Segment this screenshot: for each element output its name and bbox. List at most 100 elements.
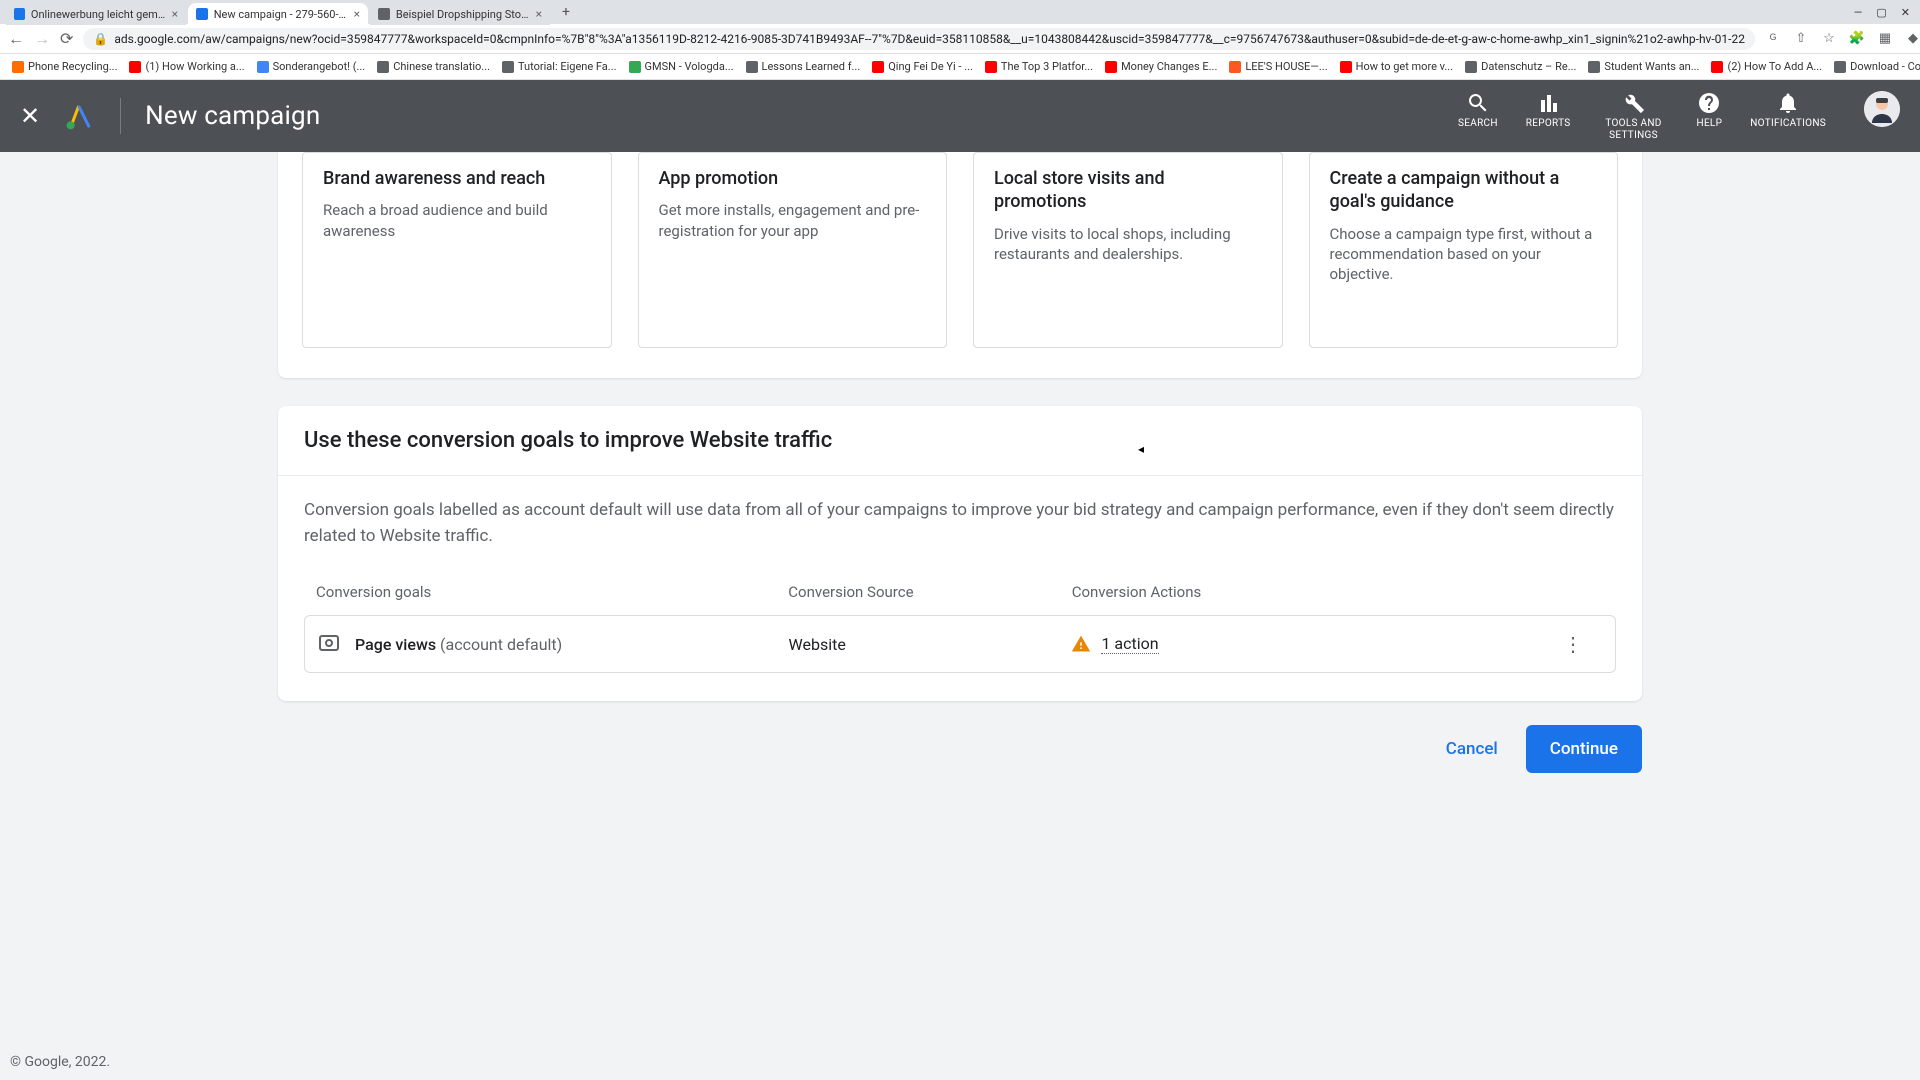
bookmark-item[interactable]: Lessons Learned f... bbox=[742, 58, 865, 75]
bookmark-label: GMSN - Vologda... bbox=[645, 60, 734, 73]
bookmark-label: LEE'S HOUSE—... bbox=[1245, 60, 1327, 73]
bookmark-favicon bbox=[1834, 61, 1846, 73]
goal-card[interactable]: Create a campaign without a goal's guida… bbox=[1309, 152, 1619, 348]
wrench-icon bbox=[1622, 91, 1646, 115]
browser-tab[interactable]: Beispiel Dropshipping Store × bbox=[370, 3, 550, 25]
goal-subtitle: (account default) bbox=[436, 635, 562, 654]
goal-card[interactable]: Brand awareness and reach Reach a broad a… bbox=[302, 152, 612, 348]
browser-tab[interactable]: Onlinewerbung leicht gemacht × bbox=[6, 3, 186, 25]
bookmark-item[interactable]: GMSN - Vologda... bbox=[625, 58, 738, 75]
bookmark-item[interactable]: Qing Fei De Yi - ... bbox=[868, 58, 977, 75]
cursor-indicator: ◂ bbox=[1138, 442, 1144, 456]
goal-card-title: Brand awareness and reach bbox=[323, 167, 591, 190]
column-header-actions: Conversion Actions bbox=[1072, 583, 1544, 601]
warning-icon bbox=[1071, 634, 1091, 654]
bookmark-item[interactable]: (1) How Working a... bbox=[125, 58, 248, 75]
bookmark-item[interactable]: Download - Cooki... bbox=[1830, 58, 1920, 75]
tab-title: New campaign - 279-560-18 bbox=[214, 8, 348, 21]
bookmark-icon[interactable]: ☆ bbox=[1821, 31, 1837, 47]
new-tab-button[interactable]: + bbox=[556, 2, 576, 22]
bookmark-item[interactable]: How to get more v... bbox=[1336, 58, 1458, 75]
bookmark-label: Datenschutz – Re... bbox=[1481, 60, 1576, 73]
bookmark-item[interactable]: Phone Recycling... bbox=[8, 58, 121, 75]
table-row: Page views (account default) Website 1 a… bbox=[305, 616, 1615, 672]
lock-icon: 🔒 bbox=[93, 32, 108, 46]
bookmark-label: Tutorial: Eigene Fa... bbox=[518, 60, 617, 73]
search-button[interactable]: SEARCH bbox=[1458, 91, 1498, 130]
row-menu-icon[interactable]: ⋮ bbox=[1543, 632, 1603, 656]
bookmark-label: Qing Fei De Yi - ... bbox=[888, 60, 973, 73]
bookmark-label: Download - Cooki... bbox=[1850, 60, 1920, 73]
goal-card-desc: Reach a broad audience and build awarene… bbox=[323, 200, 591, 241]
reload-icon[interactable]: ⟳ bbox=[60, 31, 73, 47]
bookmark-favicon bbox=[129, 61, 141, 73]
minimize-icon[interactable]: — bbox=[1854, 6, 1863, 19]
action-link[interactable]: 1 action bbox=[1101, 634, 1158, 654]
goal-card-desc: Choose a campaign type first, without a … bbox=[1330, 224, 1598, 285]
cancel-button[interactable]: Cancel bbox=[1426, 727, 1518, 771]
tab-title: Beispiel Dropshipping Store bbox=[396, 8, 530, 21]
goal-card[interactable]: Local store visits and promotionsDrive v… bbox=[973, 152, 1283, 348]
tab-close-icon[interactable]: × bbox=[172, 7, 178, 21]
section-heading: Use these conversion goals to improve We… bbox=[304, 428, 1616, 453]
close-window-icon[interactable]: ✕ bbox=[1901, 6, 1910, 19]
app-header: ✕ New campaign SEARCH REPORTS TOOLS AND … bbox=[0, 80, 1920, 152]
copyright-text: © Google, 2022. bbox=[10, 1054, 110, 1070]
bookmark-item[interactable]: Sonderangebot! (... bbox=[253, 58, 370, 75]
maximize-icon[interactable]: ▢ bbox=[1876, 6, 1886, 19]
close-icon[interactable]: ✕ bbox=[20, 102, 40, 130]
share-icon[interactable]: ⇧ bbox=[1793, 31, 1809, 47]
bookmark-label: Chinese translatio... bbox=[393, 60, 490, 73]
back-icon[interactable]: ← bbox=[8, 31, 24, 47]
browser-tab-active[interactable]: New campaign - 279-560-18 × bbox=[188, 3, 368, 25]
goal-card[interactable]: App promotion Get more installs, engageme… bbox=[638, 152, 948, 348]
tab-title: Onlinewerbung leicht gemacht bbox=[31, 8, 166, 21]
tab-close-icon[interactable]: × bbox=[354, 7, 360, 21]
browser-url-bar-row: ← → ⟳ 🔒 ads.google.com/aw/campaigns/new?… bbox=[0, 24, 1920, 54]
bookmark-favicon bbox=[257, 61, 269, 73]
bookmark-label: Student Wants an... bbox=[1604, 60, 1699, 73]
goal-name: Page views bbox=[355, 635, 436, 654]
bookmark-favicon bbox=[377, 61, 389, 73]
goal-card-title: App promotion bbox=[659, 167, 927, 190]
tools-settings-button[interactable]: TOOLS AND SETTINGS bbox=[1599, 91, 1669, 142]
goal-card-desc: Get more installs, engagement and pre-re… bbox=[659, 200, 927, 241]
bookmark-favicon bbox=[1105, 61, 1117, 73]
divider bbox=[120, 98, 121, 134]
goal-card-desc: Drive visits to local shops, including r… bbox=[994, 224, 1262, 265]
bookmark-favicon bbox=[1229, 61, 1241, 73]
bookmark-item[interactable]: Student Wants an... bbox=[1584, 58, 1703, 75]
reports-button[interactable]: REPORTS bbox=[1526, 91, 1571, 130]
bookmark-favicon bbox=[872, 61, 884, 73]
url-input[interactable]: 🔒 ads.google.com/aw/campaigns/new?ocid=3… bbox=[83, 28, 1755, 50]
bookmark-favicon bbox=[1465, 61, 1477, 73]
profile-avatar[interactable] bbox=[1864, 91, 1900, 127]
bookmark-item[interactable]: (2) How To Add A... bbox=[1707, 58, 1826, 75]
extension-icon[interactable]: ▦ bbox=[1877, 31, 1893, 47]
bookmark-label: (1) How Working a... bbox=[145, 60, 244, 73]
help-button[interactable]: HELP bbox=[1697, 91, 1723, 130]
forward-icon[interactable]: → bbox=[34, 31, 50, 47]
bookmark-item[interactable]: The Top 3 Platfor... bbox=[981, 58, 1097, 75]
column-header-goals: Conversion goals bbox=[316, 583, 788, 601]
bookmark-item[interactable]: LEE'S HOUSE—... bbox=[1225, 58, 1331, 75]
translate-icon[interactable]: ᴳ bbox=[1765, 31, 1781, 47]
extension-icon[interactable]: 🧩 bbox=[1849, 31, 1865, 47]
extension-icon[interactable]: ◆ bbox=[1905, 31, 1920, 47]
tab-close-icon[interactable]: × bbox=[536, 7, 542, 21]
bookmark-favicon bbox=[985, 61, 997, 73]
bell-icon bbox=[1776, 91, 1800, 115]
bookmark-item[interactable]: Datenschutz – Re... bbox=[1461, 58, 1580, 75]
continue-button[interactable]: Continue bbox=[1526, 725, 1642, 773]
bookmark-item[interactable]: Chinese translatio... bbox=[373, 58, 494, 75]
notifications-button[interactable]: NOTIFICATIONS bbox=[1750, 91, 1826, 130]
goal-source: Website bbox=[789, 635, 1072, 654]
bookmark-label: Sonderangebot! (... bbox=[273, 60, 366, 73]
bookmark-item[interactable]: Tutorial: Eigene Fa... bbox=[498, 58, 621, 75]
reports-icon bbox=[1536, 91, 1560, 115]
goal-card-title: Create a campaign without a goal's guida… bbox=[1330, 167, 1598, 214]
bookmark-item[interactable]: Money Changes E... bbox=[1101, 58, 1221, 75]
page-title: New campaign bbox=[145, 101, 320, 131]
campaign-goals-section: Brand awareness and reach Reach a broad a… bbox=[278, 152, 1642, 378]
google-ads-logo-icon bbox=[64, 100, 96, 132]
